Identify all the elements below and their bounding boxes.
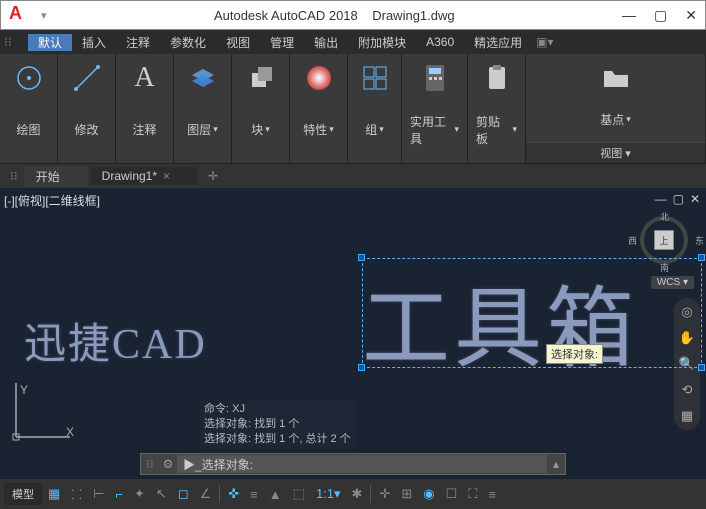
tab-insert[interactable]: 插入 (72, 34, 116, 51)
viewport-close-icon[interactable]: ✕ (690, 192, 700, 206)
folder-icon (598, 60, 634, 96)
annoscale-icon[interactable]: 1:1▾ (311, 483, 346, 505)
transparency-icon[interactable]: ▲ (264, 484, 287, 505)
text-icon: A (127, 60, 163, 96)
otrack-icon[interactable]: ∠ (195, 483, 217, 505)
panel-block[interactable]: 块▾ (232, 54, 290, 163)
app-logo: A (9, 3, 33, 27)
model-tab[interactable]: 模型 (4, 483, 42, 505)
command-line[interactable]: ⁝⁝ ⚙ ▴ (140, 453, 566, 475)
show-motion-icon[interactable]: ▦ (681, 408, 693, 424)
ribbon: 绘图 修改 A 注释 图层▾ 块▾ 特性▾ 组▾ 实用工具▾ 剪贴板▾ 基点▾ … (0, 54, 706, 164)
orbit-icon[interactable]: ⟲ (682, 382, 693, 398)
tab-overflow-icon[interactable]: ▣▾ (532, 35, 557, 49)
wcs-label[interactable]: WCS ▾ (651, 276, 694, 289)
annotation-icon[interactable]: ✱ (347, 483, 368, 505)
panel-properties[interactable]: 特性▾ (290, 54, 348, 163)
tab-addins[interactable]: 附加模块 (348, 34, 416, 51)
calculator-icon (417, 60, 453, 96)
window-title: Autodesk AutoCAD 2018 Drawing1.dwg (47, 8, 623, 23)
cmdline-handle-icon[interactable]: ⁝⁝ (141, 457, 159, 471)
panel-group[interactable]: 组▾ (348, 54, 402, 163)
minimize-button[interactable]: ― (622, 7, 636, 24)
tab-a360[interactable]: A360 (416, 35, 464, 49)
title-bar: A ▾ Autodesk AutoCAD 2018 Drawing1.dwg ―… (0, 0, 706, 30)
workspace-icon[interactable]: ✛ (374, 483, 395, 505)
infer-icon[interactable]: ⊢ (88, 483, 109, 505)
group-icon (357, 60, 393, 96)
tab-default[interactable]: 默认 (28, 34, 72, 51)
document-tabs: ⁝⁝ 开始 Drawing1*× ✛ (0, 164, 706, 188)
isolate-icon[interactable]: ◉ (418, 483, 439, 505)
iso-icon[interactable]: ↖ (151, 483, 172, 505)
tooltip: 选择对象: (546, 344, 603, 364)
panel-modify[interactable]: 修改 (58, 54, 116, 163)
maximize-button[interactable]: ▢ (654, 7, 667, 24)
grid-icon[interactable]: ▦ (43, 483, 65, 505)
tab-parametric[interactable]: 参数化 (160, 34, 216, 51)
close-button[interactable]: ✕ (685, 7, 697, 24)
properties-icon (301, 60, 337, 96)
steering-wheel-icon[interactable]: ◎ (681, 304, 692, 320)
layers-icon (185, 60, 221, 96)
tab-annotate[interactable]: 注释 (116, 34, 160, 51)
tabs-handle-icon[interactable]: ⁝⁝ (4, 169, 24, 183)
tab-manage[interactable]: 管理 (260, 34, 304, 51)
ortho-icon[interactable]: ⌐ (110, 484, 128, 505)
cmdline-history-icon[interactable]: ▴ (547, 457, 565, 471)
customize-icon[interactable]: ≡ (483, 484, 501, 505)
new-tab-button[interactable]: ✛ (200, 169, 226, 183)
ribbon-tabs: ⁝⁝ 默认 插入 注释 参数化 视图 管理 输出 附加模块 A360 精选应用 … (0, 30, 706, 54)
dyn-input-icon[interactable]: ✜ (223, 483, 244, 505)
cycling-icon[interactable]: ⬚ (288, 483, 310, 505)
hardware-icon[interactable]: ☐ (441, 483, 463, 505)
tab-start[interactable]: 开始 (24, 166, 88, 187)
viewport-label[interactable]: [-][俯视][二维线框] (4, 192, 100, 209)
clipboard-icon (479, 60, 515, 96)
block-icon (243, 60, 279, 96)
panel-footer[interactable]: 视图 ▾ (526, 142, 705, 163)
command-history: 命令: XJ 选择对象: 找到 1 个 选择对象: 找到 1 个, 总计 2 个 (200, 400, 355, 449)
snap-icon[interactable]: ⸬ (66, 482, 87, 506)
tab-close-icon[interactable]: × (163, 169, 170, 183)
zoom-icon[interactable]: 🔍 (679, 356, 695, 372)
monitor-icon[interactable]: ⊞ (396, 483, 417, 505)
polar-icon[interactable]: ✦ (129, 483, 150, 505)
menu-handle-icon[interactable]: ⁝⁝ (4, 35, 28, 49)
viewport-minimize-icon[interactable]: — (655, 192, 667, 206)
viewport-maximize-icon[interactable]: ▢ (673, 192, 684, 206)
cmdline-settings-icon[interactable]: ⚙ (159, 457, 177, 471)
clean-icon[interactable]: ⛶ (463, 483, 482, 505)
circle-icon (11, 60, 47, 96)
pan-icon[interactable]: ✋ (679, 330, 695, 346)
tab-drawing1[interactable]: Drawing1*× (90, 167, 198, 185)
lineweight-icon[interactable]: ≡ (245, 484, 263, 505)
drawing-canvas[interactable]: [-][俯视][二维线框] — ▢ ✕ 上 北 南 西 东 WCS ▾ ◎ ✋ … (0, 188, 706, 479)
panel-clipboard[interactable]: 剪贴板▾ (468, 54, 526, 163)
panel-base[interactable]: 基点▾ 视图 ▾ (526, 54, 706, 163)
canvas-text-1[interactable]: 迅捷CAD (24, 310, 207, 371)
tab-featured[interactable]: 精选应用 (464, 34, 532, 51)
navigation-bar[interactable]: ◎ ✋ 🔍 ⟲ ▦ (674, 298, 700, 430)
panel-layers[interactable]: 图层▾ (174, 54, 232, 163)
osnap-icon[interactable]: ◻ (173, 483, 194, 505)
panel-annotate[interactable]: A 注释 (116, 54, 174, 163)
tab-view[interactable]: 视图 (216, 34, 260, 51)
tab-output[interactable]: 输出 (304, 34, 348, 51)
canvas-text-2[interactable]: 工具箱 (362, 258, 638, 385)
panel-utilities[interactable]: 实用工具▾ (402, 54, 468, 163)
panel-draw[interactable]: 绘图 (0, 54, 58, 163)
view-cube[interactable]: 上 北 南 西 东 (636, 212, 696, 272)
modify-icon (69, 60, 105, 96)
status-bar: 模型 ▦ ⸬ ⊢ ⌐ ✦ ↖ ◻ ∠ ✜ ≡ ▲ ⬚ 1:1▾ ✱ ✛ ⊞ ◉ … (0, 479, 706, 509)
command-input[interactable] (177, 455, 547, 473)
